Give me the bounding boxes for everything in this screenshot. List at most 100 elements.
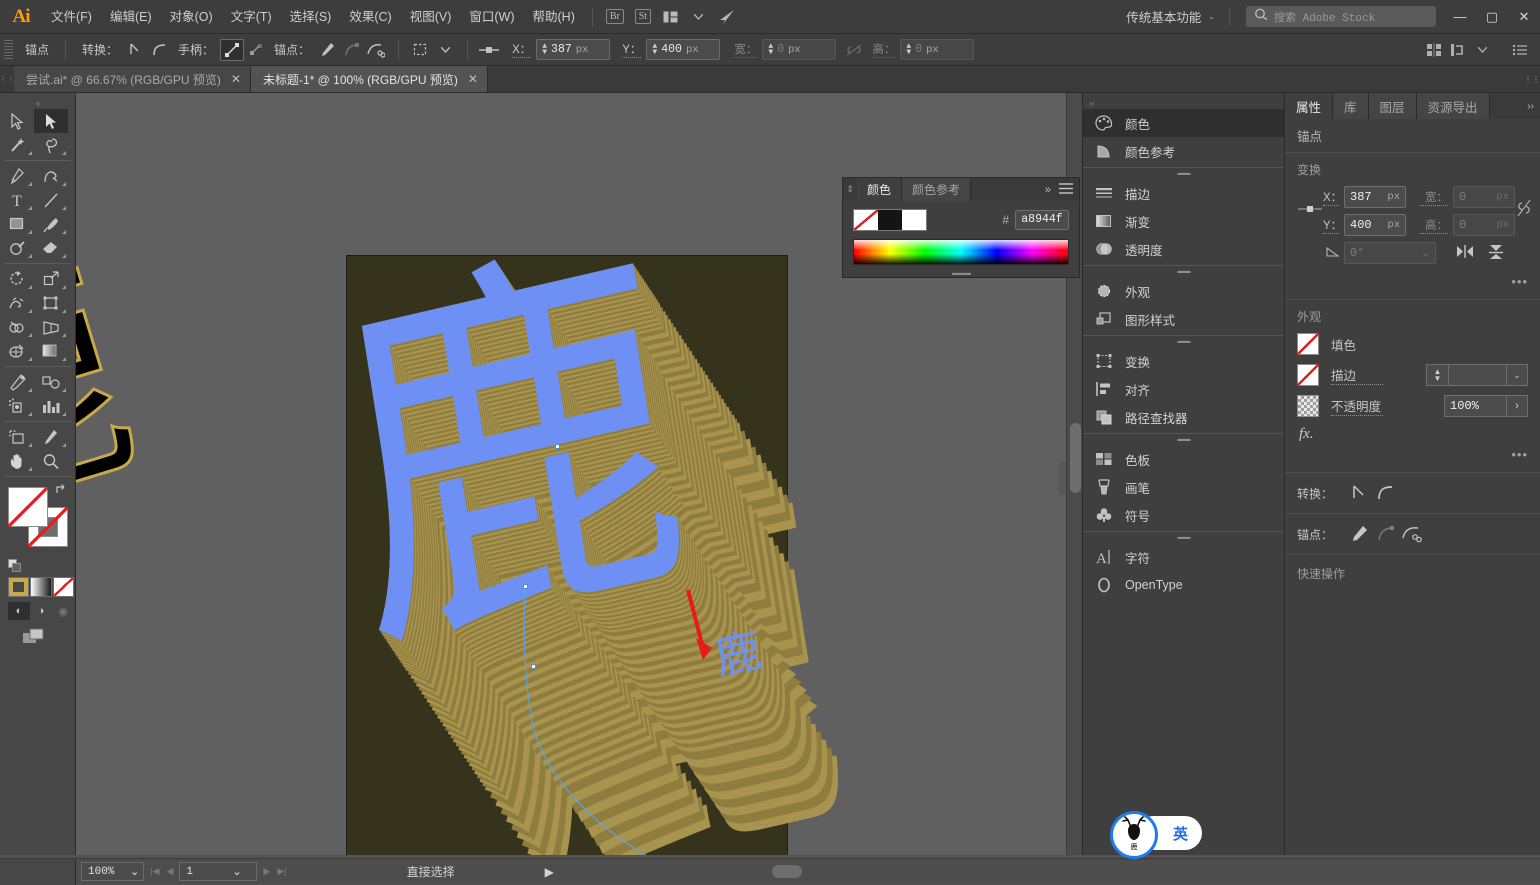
tab-color[interactable]: 颜色 [857, 178, 903, 201]
props-width-field[interactable]: 0 px [1453, 186, 1515, 208]
dock-item-symbols[interactable]: 符号 [1083, 501, 1284, 529]
window-close-button[interactable]: ✕ [1508, 0, 1540, 34]
previous-artboard-icon[interactable]: ◀ [166, 866, 173, 877]
show-handles-icon[interactable] [220, 38, 245, 61]
arrange-panel-icon[interactable] [1446, 39, 1470, 61]
menu-object[interactable]: 对象(O) [161, 0, 222, 34]
stroke-weight-stepper-icon[interactable]: ▲ ▼ [1426, 364, 1448, 386]
stroke-weight-field[interactable] [1448, 364, 1506, 386]
appearance-more-options-icon[interactable]: ••• [1297, 447, 1528, 462]
color-panel-resize-grip[interactable]: ▬▬▬ [843, 269, 1079, 277]
anchor-point-2[interactable] [523, 584, 528, 589]
angle-chevron-down-icon[interactable]: ⌄ [1421, 247, 1430, 260]
convert-to-corner-icon[interactable] [124, 39, 148, 61]
transform-chevron-down-icon[interactable] [433, 39, 457, 61]
align-edge-icon[interactable] [478, 39, 502, 61]
tab-bar-grip[interactable]: ⋮⋮ [0, 66, 15, 92]
opacity-swatch[interactable] [1297, 395, 1319, 417]
convert-to-smooth-icon[interactable] [1373, 482, 1399, 504]
vertical-scrollbar-thumb[interactable] [1070, 423, 1081, 493]
scale-tool[interactable] [34, 267, 68, 291]
unlink-proportions-icon[interactable] [842, 39, 866, 61]
line-segment-tool[interactable] [34, 188, 68, 212]
lasso-tool[interactable] [34, 133, 68, 157]
window-minimize-button[interactable]: — [1444, 0, 1476, 34]
arrange-chevron-down-icon[interactable] [1470, 39, 1494, 61]
zoom-tool[interactable] [34, 449, 68, 473]
paintbrush-tool[interactable] [34, 212, 68, 236]
hex-input[interactable]: a8944f [1015, 210, 1069, 230]
menu-type[interactable]: 文字(T) [222, 0, 281, 34]
flip-horizontal-icon[interactable] [1456, 244, 1474, 263]
height-stepper-icon[interactable]: ▲ ▼ [906, 42, 911, 56]
color-panel-grip[interactable]: ⇕ [843, 178, 857, 201]
stock-icon[interactable]: St [631, 7, 655, 27]
fx-button[interactable]: fx. [1297, 426, 1528, 443]
default-fill-stroke-icon[interactable] [8, 559, 22, 573]
arrange-documents-icon[interactable] [659, 7, 683, 27]
selection-tool[interactable] [0, 109, 34, 133]
appearance-stroke-swatch[interactable] [1297, 364, 1319, 386]
convert-to-smooth-icon[interactable] [148, 39, 172, 61]
first-artboard-icon[interactable]: |◀ [150, 866, 159, 877]
draw-inside-button[interactable]: ◉ [52, 602, 74, 620]
artboard-tool[interactable] [0, 425, 34, 449]
hand-tool[interactable] [0, 449, 34, 473]
eraser-tool[interactable] [34, 236, 68, 260]
current-tool-label[interactable]: 直接选择 [407, 863, 455, 880]
pasteboard-artwork-character[interactable]: 鹿 [76, 220, 164, 574]
width-stepper-icon[interactable]: ▲ ▼ [768, 42, 773, 56]
document-tab-2[interactable]: 未标题-1* @ 100% (RGB/GPU 预览) ✕ [250, 66, 488, 92]
menu-file[interactable]: 文件(F) [42, 0, 101, 34]
canvas-collapse-handle[interactable] [1059, 461, 1066, 495]
reference-point-widget[interactable] [1297, 186, 1323, 216]
workspace-switcher[interactable]: 传统基本功能 [1122, 7, 1205, 26]
tab-asset-export[interactable]: 资源导出 [1416, 93, 1490, 119]
options-menu-icon[interactable] [1508, 39, 1532, 61]
mesh-tool[interactable] [0, 339, 34, 363]
zoom-chevron-down-icon[interactable]: ⌄ [130, 865, 139, 879]
expand-panel-icon[interactable]: » [1045, 184, 1051, 196]
workspace-chevron-down-icon[interactable]: ⌄ [1208, 12, 1215, 21]
dock-item-color[interactable]: 颜色 [1083, 109, 1284, 137]
draw-behind-button[interactable]: ◑ [30, 602, 52, 620]
props-height-field[interactable]: 0 px [1453, 214, 1515, 236]
rotate-tool[interactable] [0, 267, 34, 291]
control-bar-grip[interactable] [4, 39, 13, 60]
width-field[interactable]: ▲ ▼ 0 px [762, 39, 837, 60]
close-icon[interactable]: ✕ [231, 72, 241, 86]
menu-edit[interactable]: 编辑(E) [101, 0, 161, 34]
free-transform-tool[interactable] [34, 291, 68, 315]
align-panel-icon[interactable] [1422, 39, 1446, 61]
color-panel-black-swatch[interactable] [878, 210, 902, 230]
dock-item-transparency[interactable]: 透明度 [1083, 235, 1284, 263]
direct-selection-tool[interactable] [34, 109, 68, 133]
panel-menu-icon[interactable] [1059, 182, 1073, 197]
blend-tool[interactable] [34, 370, 68, 394]
toolbar-collapse-handle[interactable]: ‹‹ [0, 97, 75, 109]
chevron-down-icon[interactable] [687, 7, 711, 27]
tab-properties[interactable]: 属性 [1285, 93, 1334, 119]
tab-bar-overflow-icon[interactable]: ⋮⋮ [1524, 66, 1540, 92]
ime-indicator[interactable]: 英 鹿 [1110, 811, 1202, 859]
dock-item-swatches[interactable]: 色板 [1083, 445, 1284, 473]
width-tool[interactable] [0, 291, 34, 315]
menu-view[interactable]: 视图(V) [401, 0, 461, 34]
zoom-level-control[interactable]: 100% ⌄ [81, 862, 145, 881]
x-stepper-icon[interactable]: ▲ ▼ [542, 42, 547, 56]
pen-tool[interactable] [0, 164, 34, 188]
hide-handles-icon[interactable] [244, 39, 268, 61]
dock-item-appearance[interactable]: 外观 [1083, 277, 1284, 305]
dock-item-transform[interactable]: 变换 [1083, 347, 1284, 375]
dock-item-graphic-styles[interactable]: 图形样式 [1083, 305, 1284, 333]
shaper-tool[interactable] [0, 236, 34, 260]
dock-item-color-guide[interactable]: 颜色参考 [1083, 137, 1284, 165]
menu-help[interactable]: 帮助(H) [524, 0, 584, 34]
color-panel[interactable]: ⇕ 颜色 颜色参考 » # a8944f ▬▬▬ [842, 177, 1080, 278]
document-tab-1[interactable]: 尝试.ai* @ 66.67% (RGB/GPU 预览) ✕ [14, 66, 251, 92]
dock-item-stroke[interactable]: 描边 [1083, 179, 1284, 207]
draw-normal-button[interactable]: ◐ [8, 602, 30, 620]
anchor-point-3[interactable] [531, 664, 536, 669]
artboard-number-field[interactable]: 1 ⌄ [179, 862, 258, 881]
change-screen-mode-button[interactable] [22, 628, 50, 646]
